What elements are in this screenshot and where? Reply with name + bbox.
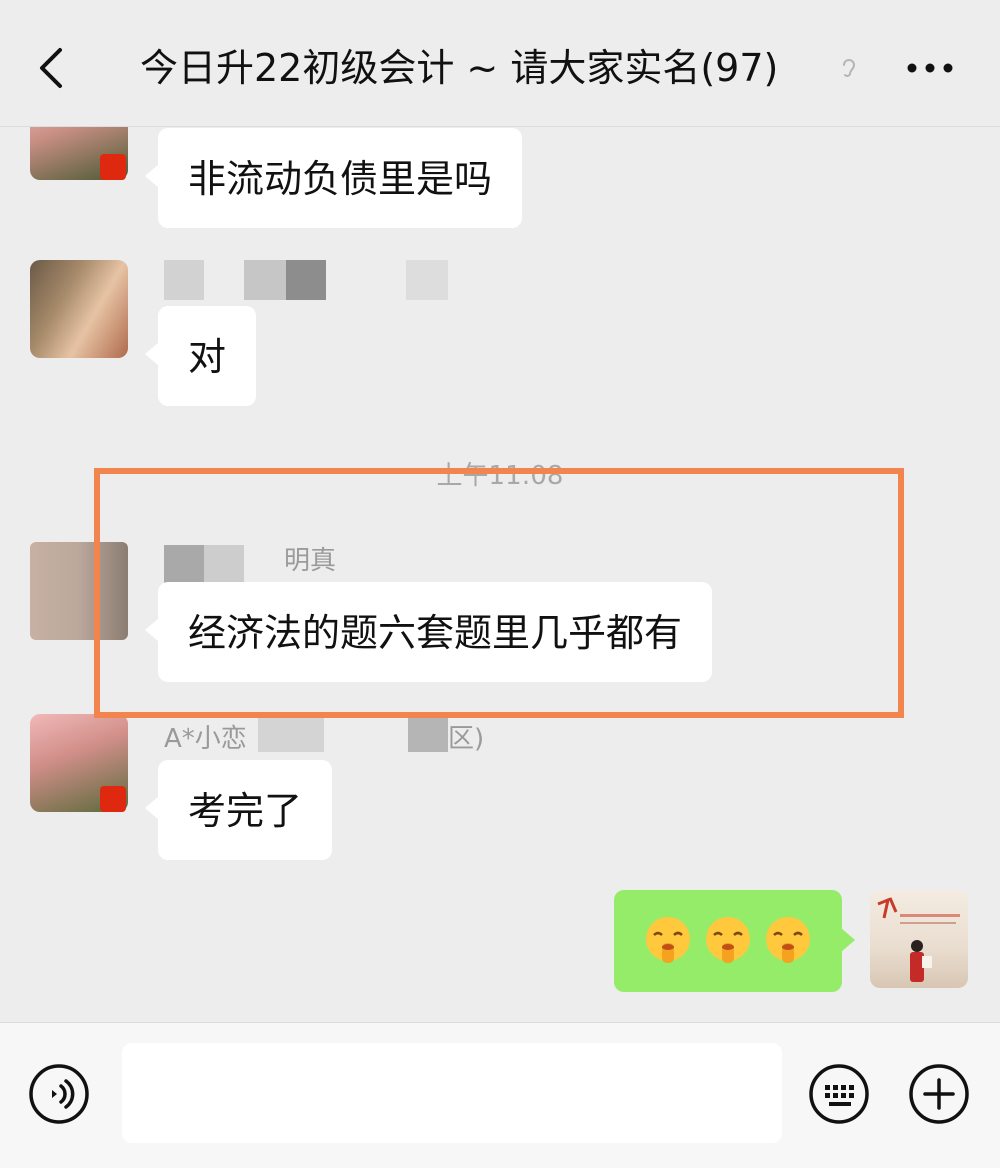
back-arrow-icon	[40, 48, 62, 88]
chat-title: 今日升22初级会计 ~ 请大家实名(97)	[140, 46, 779, 90]
back-button[interactable]	[30, 40, 74, 96]
message-text: 对	[188, 335, 227, 379]
add-more-button[interactable]	[908, 1063, 970, 1125]
emoji-keyboard-button[interactable]	[808, 1063, 870, 1125]
shushing-face-emoji-icon	[646, 917, 690, 963]
flag-badge-icon	[100, 154, 126, 180]
sender-name-text: A*小恋	[164, 724, 247, 754]
my-message-bubble[interactable]	[614, 890, 855, 992]
message-text: 非流动负债里是吗	[188, 157, 493, 201]
avatar-image	[877, 897, 960, 982]
timestamp: 上午11:08	[436, 461, 564, 491]
more-dots-icon	[907, 63, 953, 73]
message-bubble[interactable]: 考完了	[144, 760, 333, 860]
message-text: 考完了	[188, 789, 303, 833]
keyboard-icon	[809, 1064, 869, 1124]
chat-header: 今日升22初级会计 ~ 请大家实名(97)	[0, 0, 1000, 127]
sender-name-text: 区)	[448, 724, 485, 754]
my-avatar[interactable]	[870, 890, 968, 988]
avatar[interactable]	[30, 260, 128, 358]
mute-ear-icon	[840, 56, 858, 80]
voice-icon	[29, 1064, 89, 1124]
flag-badge-icon	[100, 786, 126, 812]
input-bar	[0, 1022, 1000, 1168]
message-text: 经济法的题六套题里几乎都有	[188, 611, 683, 655]
plus-icon	[909, 1064, 969, 1124]
message-bubble[interactable]: 非流动负债里是吗	[144, 128, 523, 228]
message-bubble[interactable]: 经济法的题六套题里几乎都有	[144, 582, 713, 682]
message-bubble[interactable]: 对	[144, 306, 257, 406]
shushing-face-emoji-icon	[766, 917, 810, 963]
more-options-button[interactable]	[904, 44, 956, 92]
avatar-blurred[interactable]	[30, 542, 128, 640]
sender-name-text: 明真	[284, 546, 337, 576]
message-input[interactable]	[122, 1043, 782, 1143]
shushing-face-emoji-icon	[706, 917, 750, 963]
voice-button[interactable]	[28, 1063, 90, 1125]
